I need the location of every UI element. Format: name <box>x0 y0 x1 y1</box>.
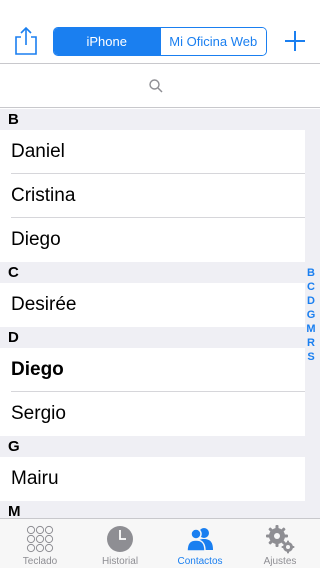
index-letter-s[interactable]: S <box>307 350 314 364</box>
index-letter-d[interactable]: D <box>307 294 315 308</box>
section-header-g: G <box>0 436 320 457</box>
keypad-icon <box>26 525 54 553</box>
segment-iphone[interactable]: iPhone <box>54 28 160 55</box>
index-letter-c[interactable]: C <box>307 280 315 294</box>
index-letter-m[interactable]: M <box>306 322 315 336</box>
section-header-m: M <box>0 501 320 518</box>
share-icon[interactable] <box>12 26 40 56</box>
tab-label: Teclado <box>22 556 58 567</box>
index-letter-r[interactable]: R <box>307 336 315 350</box>
source-segmented-control: iPhone Mi Oficina Web <box>53 27 267 56</box>
tab-teclado[interactable]: Teclado <box>0 519 80 568</box>
contact-row[interactable]: Diego <box>0 218 305 262</box>
contact-row[interactable]: Sergio <box>0 392 305 436</box>
clock-icon <box>107 526 133 552</box>
index-letter-g[interactable]: G <box>307 308 316 322</box>
add-contact-icon[interactable] <box>282 28 308 54</box>
tab-bar: Teclado Historial Contactos Ajustes <box>0 518 320 568</box>
tab-contactos[interactable]: Contactos <box>160 519 240 568</box>
segment-mi-oficina-web[interactable]: Mi Oficina Web <box>159 28 266 55</box>
contacts-list[interactable]: B Daniel Cristina Diego C Desirée D Dieg… <box>0 109 320 518</box>
section-header-d: D <box>0 327 320 348</box>
section-header-c: C <box>0 262 320 283</box>
tab-ajustes[interactable]: Ajustes <box>240 519 320 568</box>
tab-label: Historial <box>101 556 139 567</box>
index-letter-b[interactable]: B <box>307 266 315 280</box>
tab-label: Contactos <box>177 556 223 567</box>
section-header-b: B <box>0 109 320 130</box>
search-icon <box>149 79 163 93</box>
contact-row[interactable]: Daniel <box>0 130 305 174</box>
contact-row[interactable]: Cristina <box>0 174 305 218</box>
tab-label: Ajustes <box>263 556 297 567</box>
tab-historial[interactable]: Historial <box>80 519 160 568</box>
navigation-bar: iPhone Mi Oficina Web <box>0 0 320 64</box>
section-index[interactable]: B C D G M R S <box>305 266 317 364</box>
contact-row[interactable]: Desirée <box>0 283 305 327</box>
contact-row[interactable]: Mairu <box>0 457 305 501</box>
gear-icon <box>266 525 295 554</box>
search-bar[interactable] <box>0 65 320 108</box>
contact-row[interactable]: Diego <box>0 348 305 392</box>
contacts-icon <box>186 528 213 552</box>
